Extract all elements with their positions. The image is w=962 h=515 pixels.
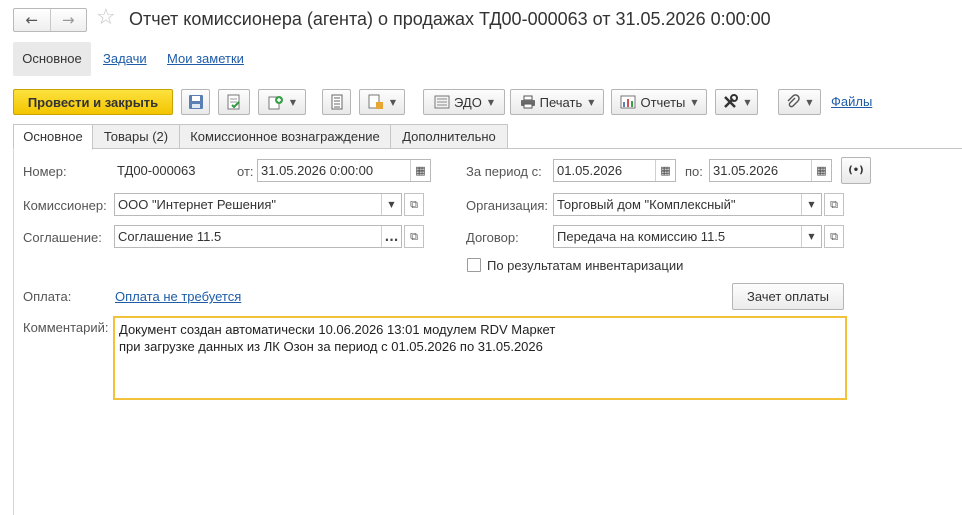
tab-main[interactable]: Основное [13,124,93,150]
calendar-icon[interactable]: ▦ [655,160,675,181]
payment-link[interactable]: Оплата не требуется [115,289,241,304]
contract-label: Договор: [466,230,519,245]
comment-label: Комментарий: [23,320,109,335]
period-from-value: 01.05.2026 [557,163,623,178]
print-button[interactable]: Печать ▼ [510,89,604,115]
print-label: Печать [539,94,583,110]
chevron-down-icon: ▼ [588,97,595,107]
number-field[interactable]: ТД00-000063 [114,159,195,182]
calendar-icon[interactable]: ▦ [410,160,430,181]
list-icon [331,94,342,110]
favorite-star-icon[interactable]: ☆ [96,6,116,30]
chevron-down-icon: ▼ [744,97,751,107]
commissioner-label: Комиссионер: [23,198,107,213]
chevron-down-icon[interactable]: ▼ [381,194,401,215]
create-based-on-button[interactable]: ▼ [258,89,306,115]
payment-label: Оплата: [23,289,72,304]
open-icon[interactable]: ⧉ [404,225,424,248]
commissioner-field[interactable]: ООО "Интернет Решения" ▼ [114,193,402,216]
contract-field[interactable]: Передача на комиссию 11.5 ▼ [553,225,822,248]
edo-label: ЭДО [454,94,482,110]
chevron-down-icon[interactable]: ▼ [801,194,821,215]
period-from-label: За период с: [466,164,542,179]
post-document-icon [227,94,240,110]
reports-label: Отчеты [640,94,686,110]
contract-value: Передача на комиссию 11.5 [557,229,726,244]
number-label: Номер: [23,164,67,179]
more-actions-button[interactable]: ▼ [715,89,758,115]
reports-button[interactable]: Отчеты ▼ [611,89,707,115]
date-value: 31.05.2026 0:00:00 [261,163,374,178]
organization-field[interactable]: Торговый дом "Комплексный" ▼ [553,193,822,216]
files-link[interactable]: Файлы [831,94,872,109]
tab-commission[interactable]: Комиссионное вознаграждение [179,124,391,149]
chevron-down-icon[interactable]: ▼ [801,226,821,247]
organization-value: Торговый дом "Комплексный" [557,197,736,212]
section-main[interactable]: Основное [13,42,91,76]
tab-additional[interactable]: Дополнительно [390,124,508,149]
chevron-down-icon: ▼ [806,97,813,107]
page-title: Отчет комиссионера (агента) о продажах Т… [129,9,771,29]
date-field[interactable]: 31.05.2026 0:00:00 ▦ [257,159,431,182]
comment-textarea[interactable]: Документ создан автоматически 10.06.2026… [113,316,847,400]
navigation-buttons: ← → [13,8,87,32]
save-button[interactable] [181,89,210,115]
chevron-down-icon: ▼ [691,97,698,107]
period-select-icon: (•) [848,164,864,176]
edo-icon [434,95,450,109]
attachments-button[interactable]: ▼ [778,89,821,115]
chevron-down-icon: ▼ [289,97,297,107]
date-label: от: [237,164,254,179]
section-tasks[interactable]: Задачи [103,42,147,76]
printer-icon [520,95,535,109]
offset-payment-button[interactable]: Зачет оплаты [732,283,844,310]
tab-goods[interactable]: Товары (2) [92,124,180,149]
agreement-value: Соглашение 11.5 [118,229,222,244]
period-to-field[interactable]: 31.05.2026 ▦ [709,159,832,182]
edo-button[interactable]: ЭДО ▼ [423,89,505,115]
organization-label: Организация: [466,198,549,213]
post-button[interactable] [218,89,250,115]
tools-icon [724,94,739,108]
commissioner-value: ООО "Интернет Решения" [118,197,276,212]
agreement-field[interactable]: Соглашение 11.5 ... [114,225,402,248]
back-button[interactable]: ← [14,9,50,31]
open-icon[interactable]: ⧉ [824,225,844,248]
document-structure-button[interactable]: ▼ [359,89,405,115]
create-based-on-icon [268,96,283,110]
select-ellipsis-icon[interactable]: ... [381,226,401,247]
calendar-icon[interactable]: ▦ [811,160,831,181]
open-icon[interactable]: ⧉ [824,193,844,216]
chevron-down-icon: ▼ [389,97,397,107]
post-and-close-button[interactable]: Провести и закрыть [13,89,173,115]
inventory-checkbox[interactable] [467,258,481,272]
report-icon [620,95,636,109]
floppy-disk-icon [188,95,203,109]
period-select-button[interactable]: (•) [841,157,871,184]
period-to-value: 31.05.2026 [713,163,779,178]
chevron-down-icon: ▼ [487,97,494,107]
document-structure-icon [368,94,383,109]
form-border [13,148,14,515]
paperclip-icon [787,94,801,108]
section-notes[interactable]: Мои заметки [167,42,244,76]
period-to-label: по: [685,164,703,179]
open-icon[interactable]: ⧉ [404,193,424,216]
forward-button[interactable]: → [49,9,87,31]
agreement-label: Соглашение: [23,230,102,245]
list-button[interactable] [322,89,351,115]
inventory-label: По результатам инвентаризации [487,258,684,273]
period-from-field[interactable]: 01.05.2026 ▦ [553,159,676,182]
